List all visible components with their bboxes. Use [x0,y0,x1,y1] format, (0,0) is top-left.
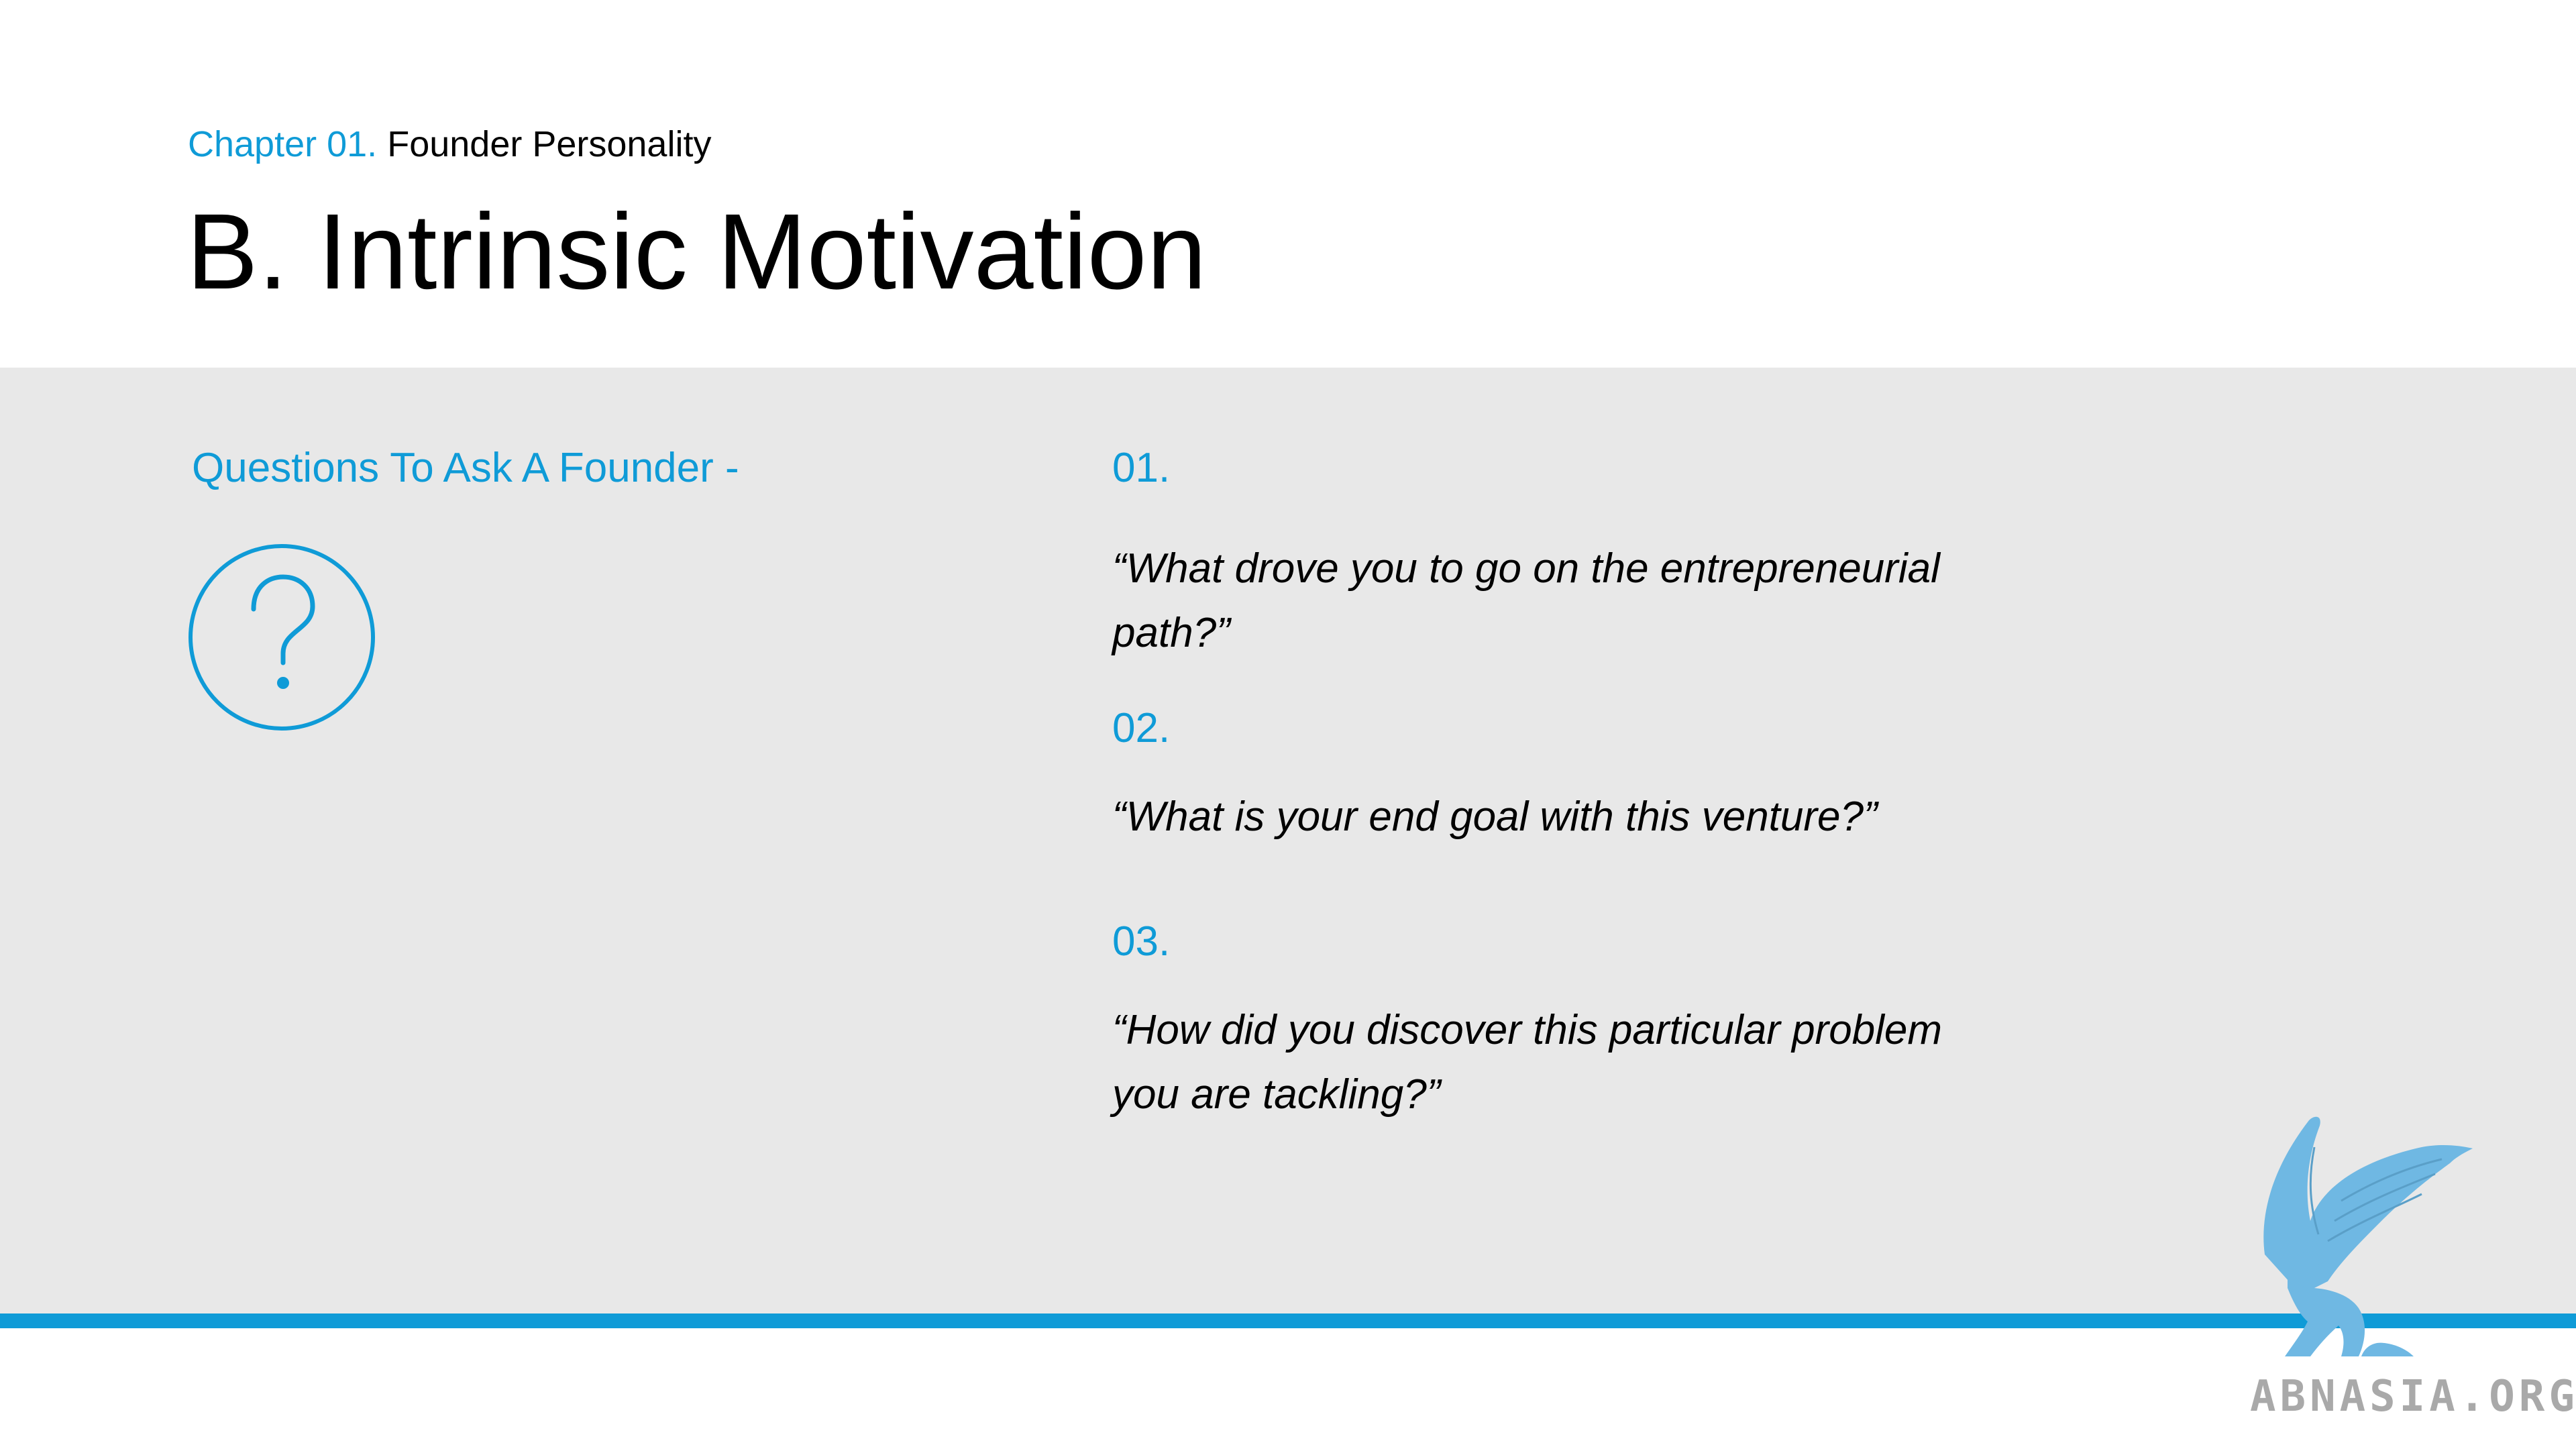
question-text-3: “How did you discover this particular pr… [1112,1007,1943,1118]
question-text-1: “What drove you to go on the entrepreneu… [1112,545,1940,656]
slide-header: Chapter 01. Founder Personality B. Intri… [0,0,2576,368]
chapter-number: Chapter 01. [188,124,378,164]
page-title: B. Intrinsic Motivation [186,191,1207,311]
question-circle-icon [189,544,375,731]
abnasia-logo: ABNASIA.ORG [2241,1107,2576,1442]
content-panel: Questions To Ask A Founder - 01. “What d… [0,368,2576,1313]
logo-text: ABNASIA.ORG [2250,1372,2576,1421]
question-number-3: 03. [1112,918,1171,965]
question-number-2: 02. [1112,705,1171,751]
accent-bar [0,1313,2576,1328]
question-text-2: “What is your end goal with this venture… [1112,794,1878,840]
chapter-label: Chapter 01. Founder Personality [188,119,711,169]
slide-footer [0,1328,2576,1449]
griffin-logo-icon [2263,1116,2473,1356]
question-number-1: 01. [1112,445,1171,491]
chapter-title: Founder Personality [387,124,712,164]
section-heading: Questions To Ask A Founder - [192,445,739,491]
